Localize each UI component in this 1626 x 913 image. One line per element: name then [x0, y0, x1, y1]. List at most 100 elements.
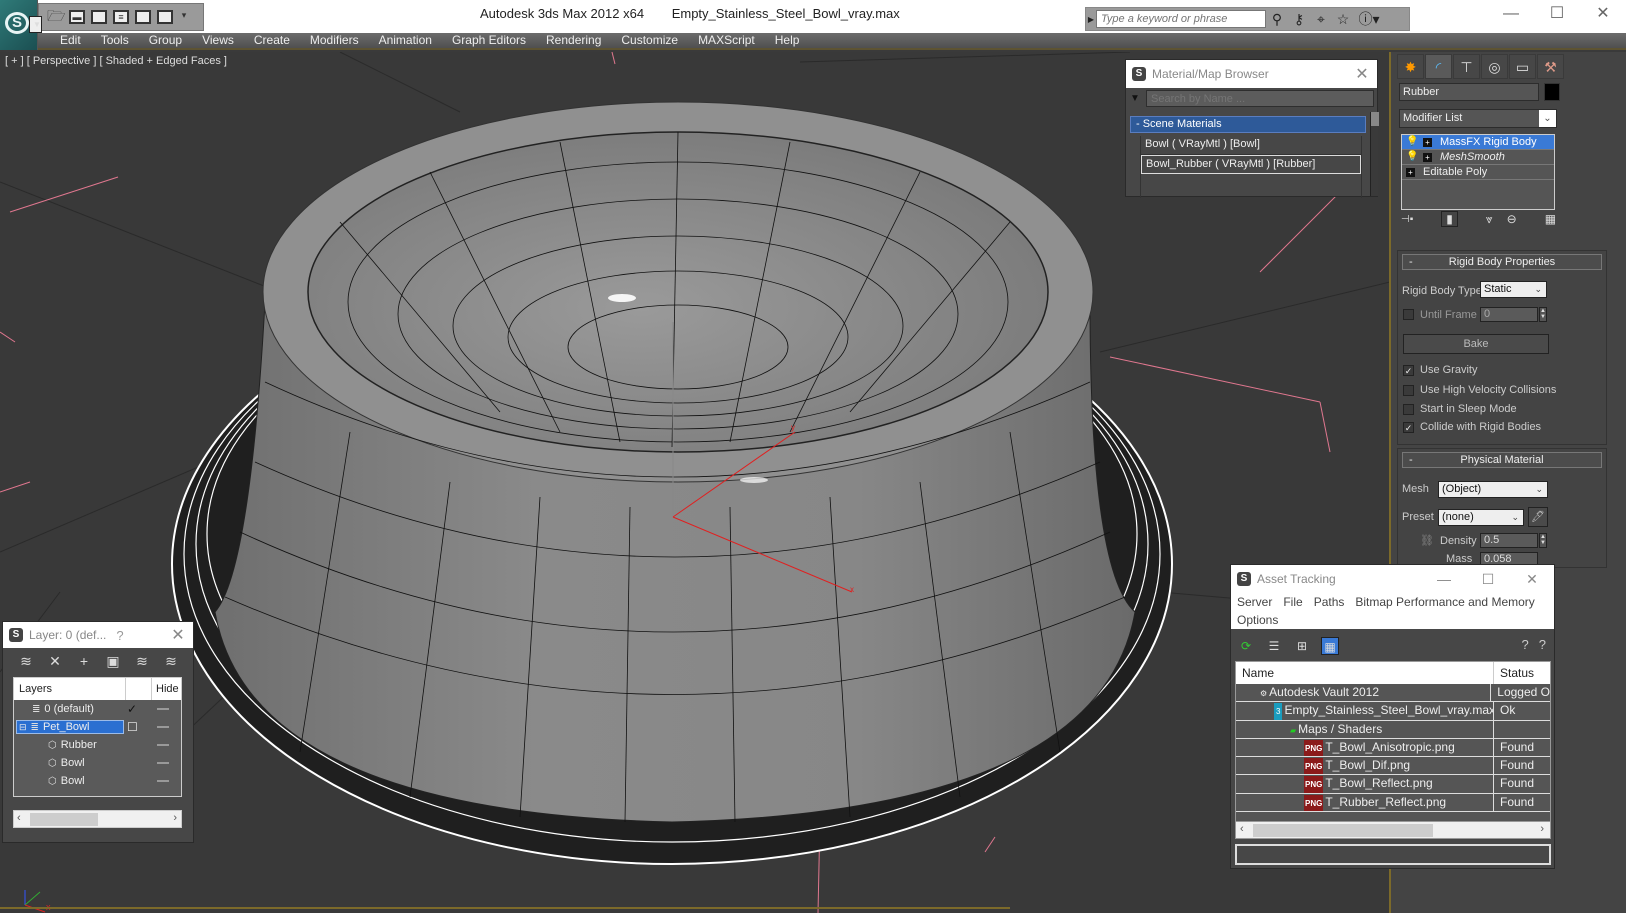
open-icon[interactable]: 🗁 — [47, 9, 66, 24]
create-tab[interactable]: ✸ — [1397, 54, 1424, 79]
rollout-header[interactable]: - Rigid Body Properties — [1402, 254, 1602, 270]
help-icon[interactable]: ? — [1522, 637, 1529, 652]
stack-item-massfx[interactable]: 💡 + MassFX Rigid Body — [1402, 135, 1554, 150]
spinner-arrows[interactable]: ▲ ▼ — [1539, 307, 1547, 322]
object-row[interactable]: ⬡ Bowl — [14, 772, 181, 790]
mesh-dropdown[interactable]: (Object) ⌄ — [1438, 481, 1548, 498]
menu-help[interactable]: Help — [765, 33, 810, 50]
asset-row[interactable]: PNG T_Rubber_Reflect.png Found — [1236, 793, 1550, 813]
search-by-name-input[interactable] — [1146, 90, 1374, 107]
refresh-icon[interactable]: ⟳ — [1237, 637, 1255, 655]
save-icon[interactable]: ▬ — [69, 10, 85, 24]
expand-icon[interactable]: + — [1423, 152, 1432, 162]
sleep-mode-checkbox[interactable] — [1403, 404, 1414, 415]
highlight-layer-icon[interactable]: ≋ — [133, 652, 151, 670]
close-button[interactable]: ✕ — [1580, 0, 1626, 30]
star-icon[interactable]: ☆ — [1332, 11, 1354, 28]
asset-row[interactable]: ▰ Maps / Shaders — [1236, 720, 1550, 739]
modifier-list-dropdown[interactable]: Modifier List ⌄ — [1399, 109, 1557, 128]
path-status-field[interactable] — [1235, 844, 1551, 865]
menu-bitmap-performance[interactable]: Bitmap Performance and Memory — [1355, 593, 1534, 611]
menu-options[interactable]: Options — [1237, 611, 1278, 629]
binoculars-icon[interactable]: ⚲ — [1266, 11, 1288, 28]
close-icon[interactable]: ✕ — [1347, 64, 1377, 84]
close-button[interactable]: ✕ — [1510, 571, 1554, 588]
menu-customize[interactable]: Customize — [611, 33, 688, 50]
object-name-field[interactable] — [1399, 83, 1539, 101]
layer-row[interactable]: ⊟ ≣ Pet_Bowl ☐ — [14, 718, 181, 736]
column-name[interactable]: Name — [1236, 662, 1494, 684]
asset-row[interactable]: ⚙ Autodesk Vault 2012 Logged O — [1236, 684, 1550, 703]
hierarchy-tab[interactable]: ⊤ — [1453, 54, 1480, 79]
key-icon[interactable]: ⚷ — [1288, 11, 1310, 28]
help-button[interactable]: ? — [116, 628, 123, 643]
add-to-layer-icon[interactable]: + — [75, 652, 93, 670]
table-view-icon[interactable]: ▦ — [1321, 637, 1339, 655]
viewport-label[interactable]: [ + ] [ Perspective ] [ Shaded + Edged F… — [5, 55, 227, 67]
dialog-title-bar[interactable]: S Layer: 0 (def... ? ✕ — [3, 622, 193, 648]
maximize-button[interactable]: ☐ — [1466, 571, 1510, 588]
menu-tools[interactable]: Tools — [91, 33, 139, 50]
hide-toggle[interactable] — [157, 708, 169, 710]
application-menu-button[interactable]: S ▼ — [0, 0, 42, 50]
dialog-title-bar[interactable]: S Material/Map Browser ✕ — [1126, 60, 1377, 88]
stack-item-meshsmooth[interactable]: 💡 + MeshSmooth — [1402, 150, 1554, 165]
layer-row[interactable]: ≣ 0 (default) ✓ — [14, 700, 181, 718]
modify-tab[interactable]: ◜ — [1425, 54, 1452, 79]
fetch-icon[interactable] — [135, 10, 151, 24]
density-spinner[interactable]: 0.5 — [1480, 533, 1538, 548]
utilities-tab[interactable]: ⚒ — [1537, 54, 1564, 79]
menu-rendering[interactable]: Rendering — [536, 33, 611, 50]
hold-icon[interactable]: ≡ — [113, 10, 129, 24]
satellite-icon[interactable]: ⌖ — [1310, 11, 1332, 28]
horizontal-scrollbar[interactable]: ‹ › — [13, 810, 182, 828]
show-end-result-icon[interactable]: ▮ — [1441, 211, 1458, 227]
asset-row[interactable]: 3 Empty_Stainless_Steel_Bowl_vray.max Ok — [1236, 702, 1550, 721]
hide-toggle[interactable] — [157, 726, 169, 728]
new-layer-icon[interactable]: ≋ — [17, 652, 35, 670]
eyedropper-icon[interactable]: 🖊 — [1528, 507, 1548, 527]
stack-item-editable-poly[interactable]: + Editable Poly — [1402, 165, 1554, 180]
bake-button[interactable]: Bake — [1403, 334, 1549, 354]
menu-group[interactable]: Group — [139, 33, 192, 50]
expand-icon[interactable]: ▶ — [1086, 15, 1096, 24]
high-velocity-checkbox[interactable] — [1403, 385, 1414, 396]
minimize-button[interactable]: — — [1488, 0, 1534, 30]
asset-row[interactable]: PNG T_Bowl_Anisotropic.png Found — [1236, 738, 1550, 758]
dialog-title-bar[interactable]: S Asset Tracking — ☐ ✕ — [1231, 565, 1554, 593]
list-view-icon[interactable]: ☰ — [1265, 637, 1283, 655]
motion-tab[interactable]: ◎ — [1481, 54, 1508, 79]
asset-row[interactable]: PNG T_Bowl_Reflect.png Found — [1236, 775, 1550, 794]
remove-modifier-icon[interactable]: ⊖ — [1507, 212, 1517, 226]
minimize-button[interactable]: — — [1422, 571, 1466, 588]
current-layer-check-icon[interactable]: ✓ — [127, 702, 137, 716]
object-row[interactable]: ⬡ Bowl — [14, 754, 181, 772]
menu-file[interactable]: File — [1283, 593, 1302, 611]
menu-maxscript[interactable]: MAXScript — [688, 33, 765, 50]
vertical-scrollbar[interactable] — [1370, 112, 1379, 196]
configure-sets-icon[interactable]: ▦ — [1545, 212, 1556, 226]
material-item[interactable]: Bowl ( VRayMtl ) [Bowl] — [1141, 136, 1361, 155]
expand-icon[interactable]: + — [1406, 167, 1415, 177]
hide-all-icon[interactable]: ≋ — [162, 652, 180, 670]
column-layers[interactable]: Layers — [14, 678, 126, 700]
menu-edit[interactable]: Edit — [50, 33, 91, 50]
menu-create[interactable]: Create — [244, 33, 300, 50]
material-item[interactable]: Bowl_Rubber ( VRayMtl ) [Rubber] — [1141, 155, 1361, 174]
context-help-icon[interactable]: ? — [1539, 637, 1546, 652]
make-unique-icon[interactable]: ⩔ — [1486, 212, 1493, 227]
menu-animation[interactable]: Animation — [369, 33, 442, 50]
customize-toolbar-icon[interactable]: ▾ — [179, 10, 189, 24]
help-icon[interactable]: ⓘ▾ — [1354, 9, 1384, 29]
set-current-checkbox[interactable]: ☐ — [127, 720, 138, 734]
collide-rigid-checkbox[interactable]: ✓ — [1403, 422, 1414, 433]
tree-view-icon[interactable]: ⊞ — [1293, 637, 1311, 655]
link-icon[interactable]: ⛓ — [1420, 534, 1434, 547]
maximize-button[interactable]: ☐ — [1534, 0, 1580, 30]
select-objects-icon[interactable]: ▣ — [104, 652, 122, 670]
until-frame-spinner[interactable]: 0 — [1480, 307, 1538, 322]
rigid-body-type-dropdown[interactable]: Static ⌄ — [1480, 281, 1547, 298]
menu-views[interactable]: Views — [192, 33, 244, 50]
options-dropdown-icon[interactable]: ▼ — [1130, 93, 1146, 104]
display-tab[interactable]: ▭ — [1509, 54, 1536, 79]
